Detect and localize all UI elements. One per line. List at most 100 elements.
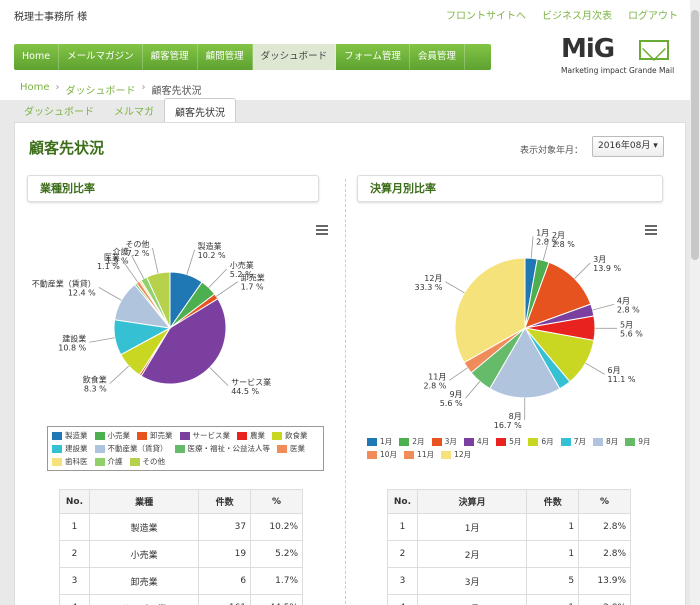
row-percent: 44.5% [250,594,303,605]
row-percent: 13.9% [578,567,631,595]
table-row: 1 製造業 37 10.2% [59,513,303,541]
nav-form[interactable]: フォーム管理 [336,44,410,70]
pie-data-label: 12月 33.3 % [415,274,443,292]
legend-item[interactable]: 小売業 [94,430,130,441]
legend-label: 農業 [250,431,265,440]
legend-item[interactable]: 8月 [592,436,618,447]
legend-item[interactable]: 7月 [560,436,586,447]
legend-label: 飲食業 [285,431,308,440]
legend-item[interactable]: 3月 [431,436,457,447]
months-pie-chart: 1月 2.8 %2月 2.8 %3月 13.9 %4月 2.8 %5月 5.6 %6月 11… [415,228,644,430]
row-percent: 2.8% [578,594,631,605]
period-select[interactable]: 2016年08月 ▾ [592,136,664,157]
legend-item[interactable]: 飲食業 [272,430,308,441]
legend-item[interactable]: 4月 [463,436,490,447]
row-no: 1 [59,513,90,541]
legend-label: 6月 [541,437,554,446]
legend-label: 医療・福祉・公益法人等 [187,444,271,453]
legend-swatch [399,437,410,446]
legend-swatch [463,437,474,446]
legend-swatch [137,431,147,440]
legend-item[interactable]: 製造業 [52,430,88,441]
tab-customer-status[interactable]: 顧客先状況 [164,98,236,122]
table-row: 4 サービス業 161 44.5% [59,594,303,605]
nav-mail-magazine[interactable]: メールマガジン [59,44,143,70]
legend-item[interactable]: その他 [129,456,165,467]
nav-dashboard[interactable]: ダッシュボード [252,44,337,70]
column-header: 業種 [88,489,200,514]
row-count: 1 [526,594,580,605]
legend-swatch [367,450,377,459]
nav-home[interactable]: Home [14,44,60,70]
breadcrumb-dashboard[interactable]: ダッシュボード [66,82,136,97]
legend-swatch [528,437,539,446]
legend-item[interactable]: 医療・福祉・公益法人等 [174,443,271,454]
business-report-link[interactable]: ビジネス月次表 [542,7,612,22]
scrollbar-thumb[interactable] [691,10,699,260]
legend-label: 1月 [380,437,393,446]
content-panel: 顧客先状況 表示対象年月： 2016年08月 ▾ 業種別比率 決算月別比率 製造… [14,122,686,605]
breadcrumb-current: 顧客先状況 [151,86,202,97]
legend-label: 4月 [476,437,490,446]
legend-item[interactable]: 11月 [404,449,434,460]
row-no: 3 [387,567,418,595]
legend-item[interactable]: 10月 [367,449,397,460]
pie-label-connector [449,367,468,381]
pie-label-connector [186,249,195,275]
top-links: フロントサイトへ ビジネス月次表 ログアウト [446,7,678,22]
legend-item[interactable]: 5月 [496,436,521,447]
pie-data-label: 5月 5.6 % [620,320,643,338]
legend-swatch [94,431,105,440]
legend-item[interactable]: サービス業 [179,430,230,441]
pie-data-label: 11月 2.8 % [423,372,446,390]
legend-item[interactable]: 6月 [528,436,554,447]
front-site-link[interactable]: フロントサイトへ [446,7,526,22]
legend-item[interactable]: 2月 [399,436,425,447]
nav-advisory[interactable]: 顧問管理 [198,44,253,70]
pie-data-label: 4月 2.8 % [617,296,640,314]
legend-item[interactable]: 9月 [625,436,651,447]
row-percent: 1.7% [250,567,303,595]
pie-label-connector [209,367,229,387]
breadcrumb: Home › ダッシュボード › 顧客先状況 [20,82,202,97]
column-header: No. [59,489,90,514]
legend-label: 5月 [509,437,522,446]
legend-item[interactable]: 卸売業 [137,430,173,441]
row-no: 1 [387,513,418,541]
legend-swatch [592,437,603,446]
column-header: No. [387,489,418,514]
legend-item[interactable]: 歯科医 [52,456,88,467]
column-header: % [578,489,631,514]
breadcrumb-home[interactable]: Home [20,82,50,97]
months-table: No. 決算月 件数 % 1 1月 1 2.8% 2 2月 1 2.8% 3 3… [387,489,631,605]
legend-item[interactable]: 介護 [94,456,123,467]
tab-mailmag[interactable]: メルマガ [104,98,164,122]
pie-data-label: 3月 13.9 % [593,255,621,273]
legend-swatch [52,444,62,453]
pie-data-label: 2月 2.8 % [552,231,575,249]
logout-link[interactable]: ログアウト [628,7,678,22]
legend-label: 10月 [380,450,398,459]
row-count: 19 [198,540,252,568]
page-scrollbar[interactable] [690,0,700,605]
pie-label-connector [98,287,122,301]
legend-label: 7月 [573,437,586,446]
tab-dashboard[interactable]: ダッシュボード [14,98,104,122]
legend-item[interactable]: 医業 [277,443,305,454]
legend-label: 歯科医 [65,457,88,466]
pie-label-connector [208,268,228,288]
row-percent: 5.2% [250,540,303,568]
nav-customer[interactable]: 顧客管理 [143,44,198,70]
legend-item[interactable]: 12月 [441,449,471,460]
legend-item[interactable]: 建設業 [52,443,88,454]
row-month: 1月 [416,513,528,541]
pie-data-label: 介護 1.9 % [106,247,129,266]
legend-item[interactable]: 不動産業（賃貸） [94,443,168,454]
row-no: 2 [387,540,418,568]
row-count: 1 [526,513,580,541]
legend-item[interactable]: 農業 [237,430,265,441]
legend-swatch [94,457,105,466]
row-industry: 製造業 [88,513,200,541]
nav-member[interactable]: 会員管理 [410,44,465,70]
legend-item[interactable]: 1月 [367,436,392,447]
